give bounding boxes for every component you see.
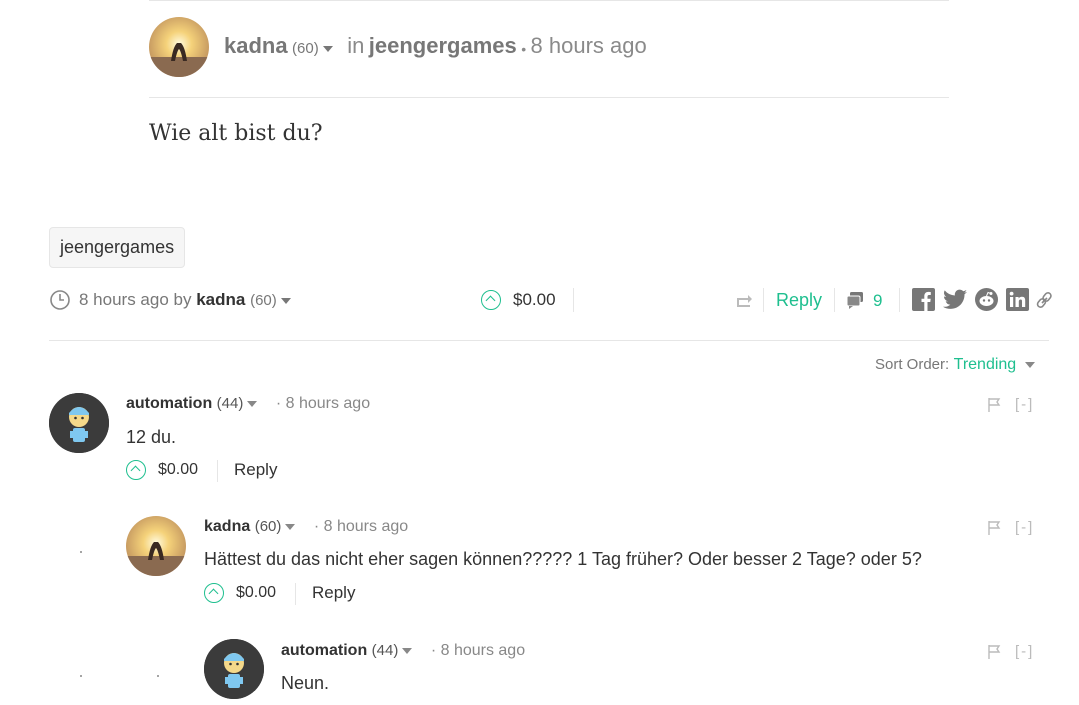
comment-body: 12 du. [126,427,177,447]
post-author-name[interactable]: kadna [224,33,288,58]
caret-down-icon[interactable] [1024,361,1035,368]
robot-avatar-image [204,639,264,699]
comment-body: Neun. [281,673,330,693]
caret-down-icon[interactable] [280,297,291,304]
robot-avatar-image [49,393,109,453]
post-header: kadna (60) in jeengergames • 8 hours ago [224,33,647,59]
comment-time[interactable]: 8 hours ago [441,642,526,659]
divider [217,460,218,482]
comment-header: automation (44) · 8 hours ago [281,642,525,660]
flag-icon[interactable] [987,644,1001,660]
sort-order-label: Sort Order: [875,356,950,373]
comment-bullet: · [313,518,320,535]
footer-author-reputation: (60) [250,292,277,309]
comment-author-name[interactable]: kadna [204,518,250,535]
comment-header: kadna (60) · 8 hours ago [204,518,408,536]
comment-author-name[interactable]: automation [281,642,367,659]
sunset-avatar-image [126,516,186,576]
comments-icon[interactable] [845,290,865,310]
collapse-button[interactable]: [-] [1015,643,1034,660]
comment-bullet: · [430,642,437,659]
comment-author-reputation: (60) [254,518,282,535]
comment-author-reputation: (44) [216,395,244,412]
comment-avatar[interactable] [126,516,186,576]
footer-divider [49,340,1049,341]
comment-upvote-button[interactable] [126,460,146,480]
reddit-icon[interactable] [975,288,998,311]
divider [834,288,835,312]
header-divider [149,97,949,98]
comment-body: Hättest du das nicht eher sagen können??… [204,549,922,569]
clock-icon [49,289,71,311]
flag-icon[interactable] [987,520,1001,536]
twitter-icon[interactable] [943,289,967,310]
divider [295,583,296,605]
comment-avatar[interactable] [204,639,264,699]
top-divider [149,0,949,1]
divider [763,288,764,312]
footer-time: 8 hours ago by [79,290,192,309]
thread-indent-dot [157,675,159,677]
post-author-avatar[interactable] [149,17,209,77]
post-category-link[interactable]: jeengergames [369,33,517,58]
comment-upvote-button[interactable] [204,583,224,603]
comment-avatar[interactable] [49,393,109,453]
thread-indent-dot [80,551,82,553]
post-body: Wie alt bist du? [149,121,323,146]
caret-down-icon[interactable] [402,647,413,654]
sunset-avatar-image [149,17,209,77]
comment-reply-button[interactable]: Reply [234,460,277,480]
comment-time[interactable]: 8 hours ago [286,395,371,412]
comment-author-reputation: (44) [371,642,399,659]
upvote-icon[interactable] [481,290,501,310]
header-separator: • [521,40,527,57]
post-author-reputation: (60) [292,40,319,57]
comment-payout[interactable]: $0.00 [158,461,198,479]
footer-author-name[interactable]: kadna [196,290,245,309]
comment-bullet: · [275,395,282,412]
post-time: 8 hours ago [530,33,647,58]
post-comment-count[interactable]: 9 [873,291,882,311]
divider [899,288,900,312]
collapse-button[interactable]: [-] [1015,396,1034,413]
flag-icon[interactable] [987,397,1001,413]
comment-author-name[interactable]: automation [126,395,212,412]
divider [573,288,574,312]
comment-payout[interactable]: $0.00 [236,584,276,602]
in-label: in [347,33,365,58]
upvote-icon[interactable] [204,583,224,603]
comment-time[interactable]: 8 hours ago [324,518,409,535]
linkedin-icon[interactable] [1006,288,1029,311]
post-payout[interactable]: $0.00 [513,290,556,310]
post-footer-byline: 8 hours ago by kadna (60) [79,290,291,310]
resteem-icon[interactable] [734,292,754,310]
sort-order-value[interactable]: Trending [954,356,1017,373]
comment-reply-button[interactable]: Reply [312,583,355,603]
collapse-button[interactable]: [-] [1015,519,1034,536]
caret-down-icon[interactable] [247,400,258,407]
facebook-icon[interactable] [912,288,935,311]
comment-header: automation (44) · 8 hours ago [126,395,370,413]
post-reply-button[interactable]: Reply [776,290,822,311]
link-icon[interactable] [1035,290,1053,310]
thread-indent-dot [80,675,82,677]
caret-down-icon[interactable] [322,45,333,52]
caret-down-icon[interactable] [285,523,296,530]
upvote-icon[interactable] [126,460,146,480]
post-upvote-button[interactable] [481,290,501,310]
sort-order[interactable]: Sort Order: Trending [875,356,1035,374]
tag-jeengergames[interactable]: jeengergames [49,227,186,268]
